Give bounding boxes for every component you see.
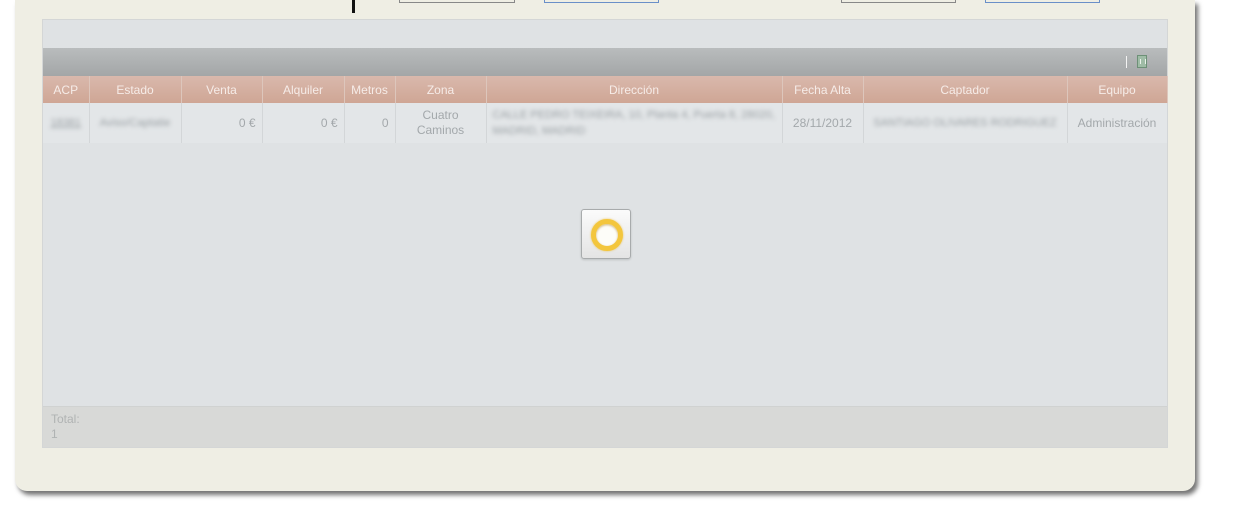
col-header-estado[interactable]: Estado	[89, 76, 182, 103]
cell-metros: 0	[344, 103, 396, 143]
top-button-1[interactable]	[544, 0, 659, 3]
cell-fecha-alta: 28/11/2012	[782, 103, 864, 143]
captador-value: SANTIAGO OLIVARES RODRIGUEZ	[873, 117, 1057, 129]
grid-toolbar	[43, 48, 1167, 76]
cell-captador: SANTIAGO OLIVARES RODRIGUEZ	[863, 103, 1068, 143]
acp-link[interactable]: 18381	[50, 117, 81, 129]
col-header-metros[interactable]: Metros	[344, 76, 396, 103]
cell-alquiler: 0 €	[262, 103, 345, 143]
col-header-venta[interactable]: Venta	[181, 76, 263, 103]
total-value: 1	[51, 427, 58, 441]
col-header-direccion[interactable]: Dirección	[486, 76, 783, 103]
table-row[interactable]: 18381 Aviso/Captatie 0 € 0 € 0 Cuatro Ca…	[43, 103, 1168, 143]
grid-header-row: ACP Estado Venta Alquiler Metros Zona Di…	[43, 76, 1168, 103]
cell-estado: Aviso/Captatie	[89, 103, 182, 143]
loading-indicator	[581, 209, 631, 259]
top-divider-mark	[352, 0, 355, 13]
loading-spinner-icon	[591, 219, 623, 251]
estado-value: Aviso/Captatie	[99, 117, 171, 129]
cell-venta: 0 €	[181, 103, 263, 143]
col-header-equipo[interactable]: Equipo	[1067, 76, 1168, 103]
top-field-2[interactable]	[841, 0, 956, 3]
total-label: Total:	[51, 412, 80, 426]
excel-export-icon[interactable]	[1137, 55, 1147, 68]
grid-table: ACP Estado Venta Alquiler Metros Zona Di…	[43, 76, 1168, 143]
toolbar-separator	[1126, 56, 1127, 68]
top-button-2[interactable]	[985, 0, 1100, 3]
cell-zona: Cuatro Caminos	[395, 103, 487, 143]
col-header-acp[interactable]: ACP	[43, 76, 90, 103]
top-field-1[interactable]	[399, 0, 515, 3]
col-header-zona[interactable]: Zona	[395, 76, 487, 103]
direccion-value: CALLE PEDRO TEIXEIRA, 10, Planta 4, Puer…	[492, 109, 775, 137]
col-header-fecha-alta[interactable]: Fecha Alta	[782, 76, 864, 103]
cell-direccion: CALLE PEDRO TEIXEIRA, 10, Planta 4, Puer…	[486, 103, 783, 143]
cell-equipo: Administración	[1067, 103, 1168, 143]
col-header-alquiler[interactable]: Alquiler	[262, 76, 345, 103]
col-header-captador[interactable]: Captador	[863, 76, 1068, 103]
cell-acp[interactable]: 18381	[43, 103, 90, 143]
grid-footer: Total: 1	[43, 406, 1167, 447]
